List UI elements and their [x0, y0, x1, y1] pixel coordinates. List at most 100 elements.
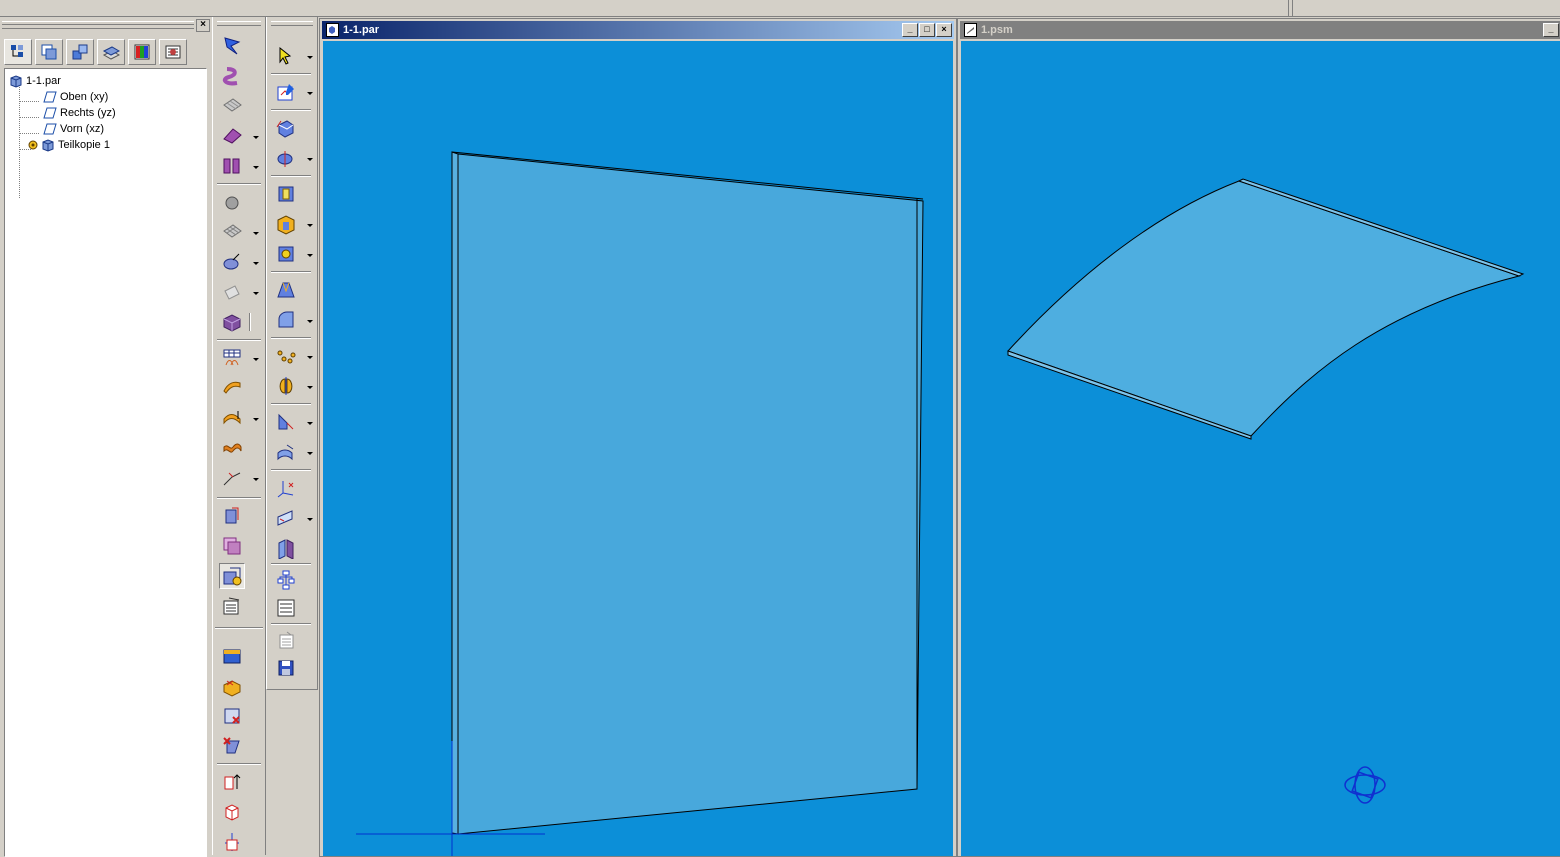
sweep-button[interactable]	[219, 63, 245, 89]
draft-button[interactable]	[273, 277, 299, 303]
surface-button[interactable]	[219, 93, 245, 119]
dropdown-arrow[interactable]	[307, 320, 313, 323]
hole-button[interactable]	[273, 181, 299, 207]
edit-button[interactable]	[219, 703, 245, 729]
feature-library-button[interactable]	[219, 643, 245, 669]
dropdown-arrow[interactable]	[307, 158, 313, 161]
dropdown-arrow[interactable]	[253, 418, 259, 421]
dropdown-arrow[interactable]	[307, 518, 313, 521]
dropdown-arrow[interactable]	[307, 92, 313, 95]
panel-grip[interactable]	[2, 21, 194, 29]
coordinate-system-icon	[277, 481, 294, 498]
tree-item[interactable]: Rechts (yz)	[43, 105, 116, 121]
copy-properties-icon	[279, 631, 294, 649]
dropdown-arrow[interactable]	[253, 232, 259, 235]
tab-feature-tree[interactable]	[4, 39, 32, 65]
window-title-bar[interactable]: 1.psm _	[960, 21, 1560, 39]
dropdown-arrow[interactable]	[307, 56, 313, 59]
select-button[interactable]	[273, 43, 299, 69]
pattern-button[interactable]	[273, 343, 299, 369]
shell-button[interactable]	[219, 279, 245, 305]
dropdown-arrow[interactable]	[253, 478, 259, 481]
curve-button[interactable]	[219, 465, 245, 491]
tab-assembly[interactable]	[66, 39, 94, 65]
color-grid-icon	[134, 44, 150, 60]
sphere-button[interactable]	[219, 189, 245, 215]
offset-button[interactable]	[219, 405, 245, 431]
toolbar-separator	[249, 313, 251, 331]
flag-button[interactable]	[219, 33, 245, 59]
stitch-button[interactable]	[219, 533, 245, 559]
thicken-button[interactable]	[273, 439, 299, 465]
dropdown-arrow[interactable]	[307, 254, 313, 257]
dropdown-arrow[interactable]	[253, 166, 259, 169]
mesh-button[interactable]	[219, 219, 245, 245]
protrusion-icon	[276, 120, 294, 138]
feature-tree-icon	[11, 45, 23, 57]
document-window-part: 1-1.par _ □ ×	[319, 18, 957, 857]
datum-button[interactable]	[273, 535, 299, 561]
tab-library[interactable]	[159, 39, 187, 65]
feature-toolbar	[212, 17, 266, 855]
graphics-viewport[interactable]	[323, 41, 953, 856]
extrude-surface-button[interactable]	[219, 123, 245, 149]
cube-button[interactable]	[219, 799, 245, 825]
toolbar-grip[interactable]	[217, 21, 261, 26]
feature-library-icon	[223, 649, 241, 664]
box-button[interactable]	[219, 309, 245, 335]
dropdown-arrow[interactable]	[307, 386, 313, 389]
tab-stack[interactable]	[97, 39, 125, 65]
tree-root[interactable]: 1-1.par	[9, 73, 61, 89]
ruled-surface-button[interactable]	[219, 153, 245, 179]
revolve-button[interactable]	[219, 249, 245, 275]
window-title-bar[interactable]: 1-1.par _ □ ×	[322, 21, 954, 39]
tab-color-grid[interactable]	[128, 39, 156, 65]
round-button[interactable]	[273, 307, 299, 333]
dropdown-arrow[interactable]	[307, 224, 313, 227]
graphics-viewport[interactable]	[961, 41, 1560, 856]
plane-icon	[43, 123, 57, 135]
thin-wall-icon	[278, 413, 294, 430]
thin-wall-button[interactable]	[273, 409, 299, 435]
arrow-up-button[interactable]	[219, 769, 245, 795]
close-button[interactable]: ×	[936, 23, 952, 37]
copy-properties-button[interactable]	[273, 627, 299, 653]
reference-plane-button[interactable]	[273, 505, 299, 531]
dropdown-arrow[interactable]	[253, 292, 259, 295]
protrusion-button[interactable]	[273, 115, 299, 141]
toolbar-grip[interactable]	[271, 21, 313, 26]
dropdown-arrow[interactable]	[253, 358, 259, 361]
dropdown-arrow[interactable]	[253, 262, 259, 265]
save-button[interactable]	[273, 655, 299, 681]
delete-button[interactable]	[219, 733, 245, 759]
mirror-button[interactable]	[273, 373, 299, 399]
bend-button[interactable]	[219, 435, 245, 461]
revolve-cut-button[interactable]	[273, 145, 299, 171]
loft-button[interactable]	[219, 375, 245, 401]
web-button[interactable]	[273, 241, 299, 267]
tab-layers[interactable]	[35, 39, 63, 65]
variable-table-button[interactable]	[273, 595, 299, 621]
minimize-button[interactable]: _	[902, 23, 918, 37]
properties-button[interactable]	[219, 593, 245, 619]
minimize-button[interactable]: _	[1543, 23, 1559, 37]
tree-item[interactable]: Teilkopie 1	[27, 137, 110, 153]
tree-item[interactable]: Vorn (xz)	[43, 121, 104, 137]
dropdown-arrow[interactable]	[307, 356, 313, 359]
rib-button[interactable]	[273, 211, 299, 237]
box-delete-button[interactable]	[219, 673, 245, 699]
feature-tree-button[interactable]	[273, 567, 299, 593]
part-copy-button[interactable]	[219, 563, 245, 589]
axis-button[interactable]	[219, 829, 245, 855]
dropdown-arrow[interactable]	[307, 452, 313, 455]
coordinate-system-button[interactable]	[273, 475, 299, 501]
tree-item[interactable]: Oben (xy)	[43, 89, 108, 105]
sketch-button[interactable]	[273, 79, 299, 105]
panel-close-button[interactable]: ×	[196, 19, 210, 32]
table-button[interactable]	[219, 345, 245, 371]
copy-button[interactable]	[219, 503, 245, 529]
dropdown-arrow[interactable]	[307, 422, 313, 425]
maximize-button[interactable]: □	[919, 23, 935, 37]
feature-tree-icon	[277, 570, 295, 590]
dropdown-arrow[interactable]	[253, 136, 259, 139]
